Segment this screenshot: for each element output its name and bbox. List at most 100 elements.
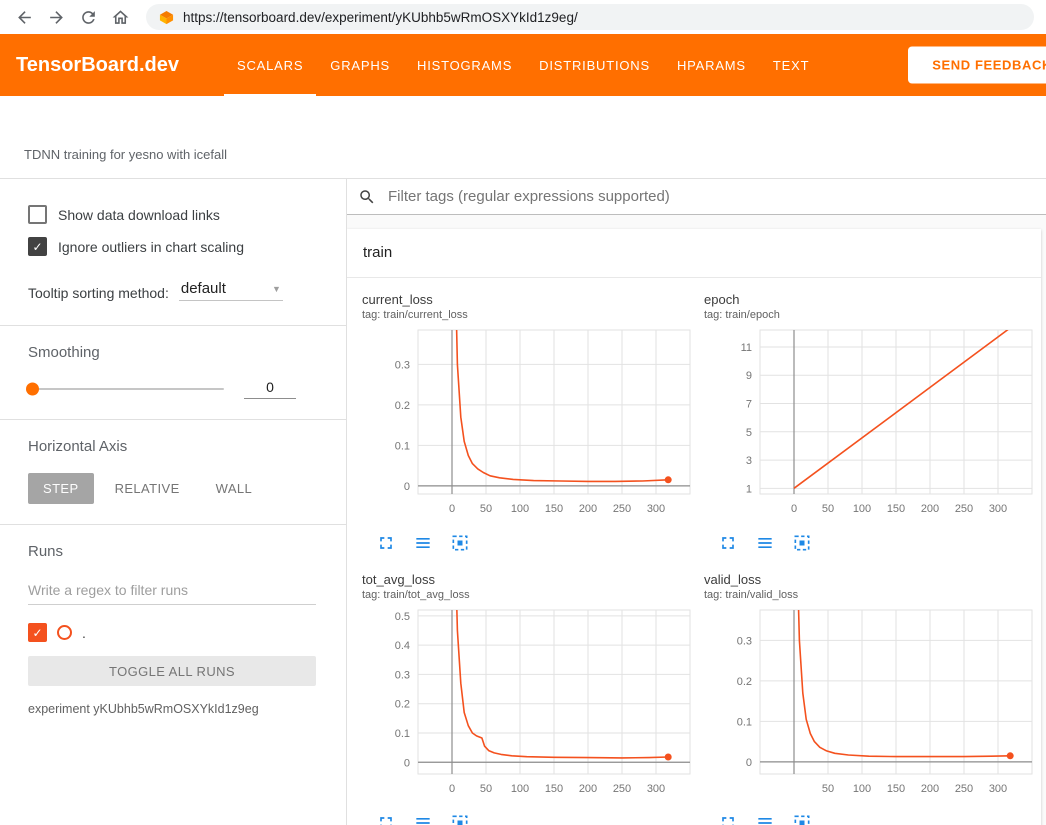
section-header-train[interactable]: train: [347, 229, 1041, 278]
charts-grid: current_losstag: train/current_loss00.10…: [347, 278, 1041, 825]
svg-text:150: 150: [545, 783, 563, 795]
forward-button[interactable]: [42, 3, 70, 31]
svg-text:0.2: 0.2: [395, 699, 410, 711]
svg-text:7: 7: [746, 399, 752, 411]
chart-title: valid_loss: [704, 572, 1040, 588]
app: https://tensorboard.dev/experiment/yKUbh…: [0, 0, 1046, 825]
axis-step-button[interactable]: STEP: [28, 473, 94, 504]
tab-scalars[interactable]: SCALARS: [237, 34, 303, 96]
chart-card-valid_loss: valid_losstag: train/valid_loss00.10.20.…: [704, 572, 1040, 825]
expand-icon[interactable]: [718, 533, 738, 553]
runs-regex-input[interactable]: [28, 578, 316, 605]
svg-text:0.3: 0.3: [395, 669, 410, 681]
svg-text:50: 50: [822, 783, 834, 795]
search-icon: [358, 188, 376, 206]
tab-text[interactable]: TEXT: [773, 34, 809, 96]
data-table-icon[interactable]: [413, 813, 433, 825]
fit-domain-icon[interactable]: [792, 813, 812, 825]
svg-text:300: 300: [989, 783, 1007, 795]
svg-text:1: 1: [746, 483, 752, 495]
url-text: https://tensorboard.dev/experiment/yKUbh…: [183, 10, 578, 25]
svg-text:50: 50: [480, 783, 492, 795]
home-button[interactable]: [106, 3, 134, 31]
runs-section: Runs . TOGGLE ALL RUNS experiment yKUbhb…: [0, 525, 346, 736]
fit-domain-icon[interactable]: [792, 533, 812, 553]
svg-text:0.1: 0.1: [737, 716, 752, 728]
axis-wall-button[interactable]: WALL: [201, 473, 268, 504]
svg-text:100: 100: [853, 783, 871, 795]
svg-text:50: 50: [822, 503, 834, 515]
show-download-links-checkbox[interactable]: Show data download links: [28, 205, 316, 224]
back-button[interactable]: [10, 3, 38, 31]
chart-title: epoch: [704, 292, 1040, 308]
line-chart[interactable]: 1357911050100150200250300: [704, 326, 1040, 526]
tab-distributions[interactable]: DISTRIBUTIONS: [539, 34, 650, 96]
run-list-item[interactable]: .: [28, 623, 316, 642]
general-settings-section: Show data download links Ignore outliers…: [0, 179, 346, 325]
tensorboard-favicon-icon: [159, 10, 174, 25]
svg-text:0: 0: [791, 503, 797, 515]
reload-button[interactable]: [74, 3, 102, 31]
toggle-all-runs-button[interactable]: TOGGLE ALL RUNS: [28, 656, 316, 686]
smoothing-label: Smoothing: [28, 344, 316, 361]
svg-text:0.3: 0.3: [737, 635, 752, 647]
smoothing-slider[interactable]: [28, 388, 224, 390]
home-icon: [111, 8, 130, 27]
train-section-card: train current_losstag: train/current_los…: [347, 229, 1041, 825]
axis-relative-button[interactable]: RELATIVE: [100, 473, 195, 504]
horizontal-axis-label: Horizontal Axis: [28, 438, 316, 455]
chart-toolbar: [718, 813, 1040, 825]
svg-text:0.4: 0.4: [395, 640, 410, 652]
svg-text:250: 250: [955, 503, 973, 515]
svg-text:300: 300: [647, 783, 665, 795]
horizontal-axis-section: Horizontal Axis STEP RELATIVE WALL: [0, 420, 346, 524]
data-table-icon[interactable]: [755, 533, 775, 553]
header-nav: SCALARS GRAPHS HISTOGRAMS DISTRIBUTIONS …: [237, 34, 809, 96]
svg-text:5: 5: [746, 427, 752, 439]
address-bar[interactable]: https://tensorboard.dev/experiment/yKUbh…: [146, 4, 1034, 30]
run-checkbox-checked-icon[interactable]: [28, 623, 47, 642]
svg-text:9: 9: [746, 370, 752, 382]
fit-domain-icon[interactable]: [450, 533, 470, 553]
chart-card-epoch: epochtag: train/epoch1357911050100150200…: [704, 292, 1040, 566]
run-name: .: [82, 625, 86, 641]
send-feedback-button[interactable]: SEND FEEDBACK: [908, 47, 1046, 84]
ignore-outliers-checkbox[interactable]: Ignore outliers in chart scaling: [28, 237, 316, 256]
smoothing-value-field[interactable]: 0: [244, 379, 296, 399]
tag-filter-row: [347, 179, 1046, 215]
chart-tag: tag: train/epoch: [704, 308, 1040, 322]
run-color-swatch-icon: [57, 625, 72, 640]
forward-arrow-icon: [47, 8, 66, 27]
chart-tag: tag: train/current_loss: [362, 308, 698, 322]
chart-title: current_loss: [362, 292, 698, 308]
chart-card-current_loss: current_losstag: train/current_loss 00.10…: [362, 292, 698, 566]
line-chart[interactable]: 00.10.20.3050100150200250300: [362, 326, 698, 526]
expand-icon[interactable]: [718, 813, 738, 825]
tab-graphs[interactable]: GRAPHS: [330, 34, 390, 96]
checkbox-unchecked-icon: [28, 205, 47, 224]
svg-text:100: 100: [853, 503, 871, 515]
svg-text:0.3: 0.3: [395, 359, 410, 371]
data-table-icon[interactable]: [755, 813, 775, 825]
line-chart[interactable]: 00.10.20.30.40.5050100150200250300: [362, 606, 698, 806]
expand-icon[interactable]: [376, 533, 396, 553]
settings-sidebar: Show data download links Ignore outliers…: [0, 179, 347, 825]
filter-tags-input[interactable]: [386, 187, 1046, 206]
svg-text:0.5: 0.5: [395, 611, 410, 623]
runs-label: Runs: [28, 543, 316, 560]
main-panel: train current_losstag: train/current_los…: [347, 179, 1046, 825]
horizontal-axis-buttons: STEP RELATIVE WALL: [28, 473, 316, 504]
expand-icon[interactable]: [376, 813, 396, 825]
checkbox-checked-icon: [28, 237, 47, 256]
app-header: TensorBoard.dev SCALARS GRAPHS HISTOGRAM…: [0, 34, 1046, 96]
tooltip-sorting-select[interactable]: default ▼: [179, 280, 283, 301]
svg-text:100: 100: [511, 783, 529, 795]
data-table-icon[interactable]: [413, 533, 433, 553]
smoothing-slider-row: 0: [28, 379, 316, 399]
fit-domain-icon[interactable]: [450, 813, 470, 825]
tab-hparams[interactable]: HPARAMS: [677, 34, 746, 96]
tab-histograms[interactable]: HISTOGRAMS: [417, 34, 512, 96]
line-chart[interactable]: 00.10.20.350100150200250300: [704, 606, 1040, 806]
svg-text:250: 250: [613, 503, 631, 515]
slider-thumb[interactable]: [26, 383, 39, 396]
